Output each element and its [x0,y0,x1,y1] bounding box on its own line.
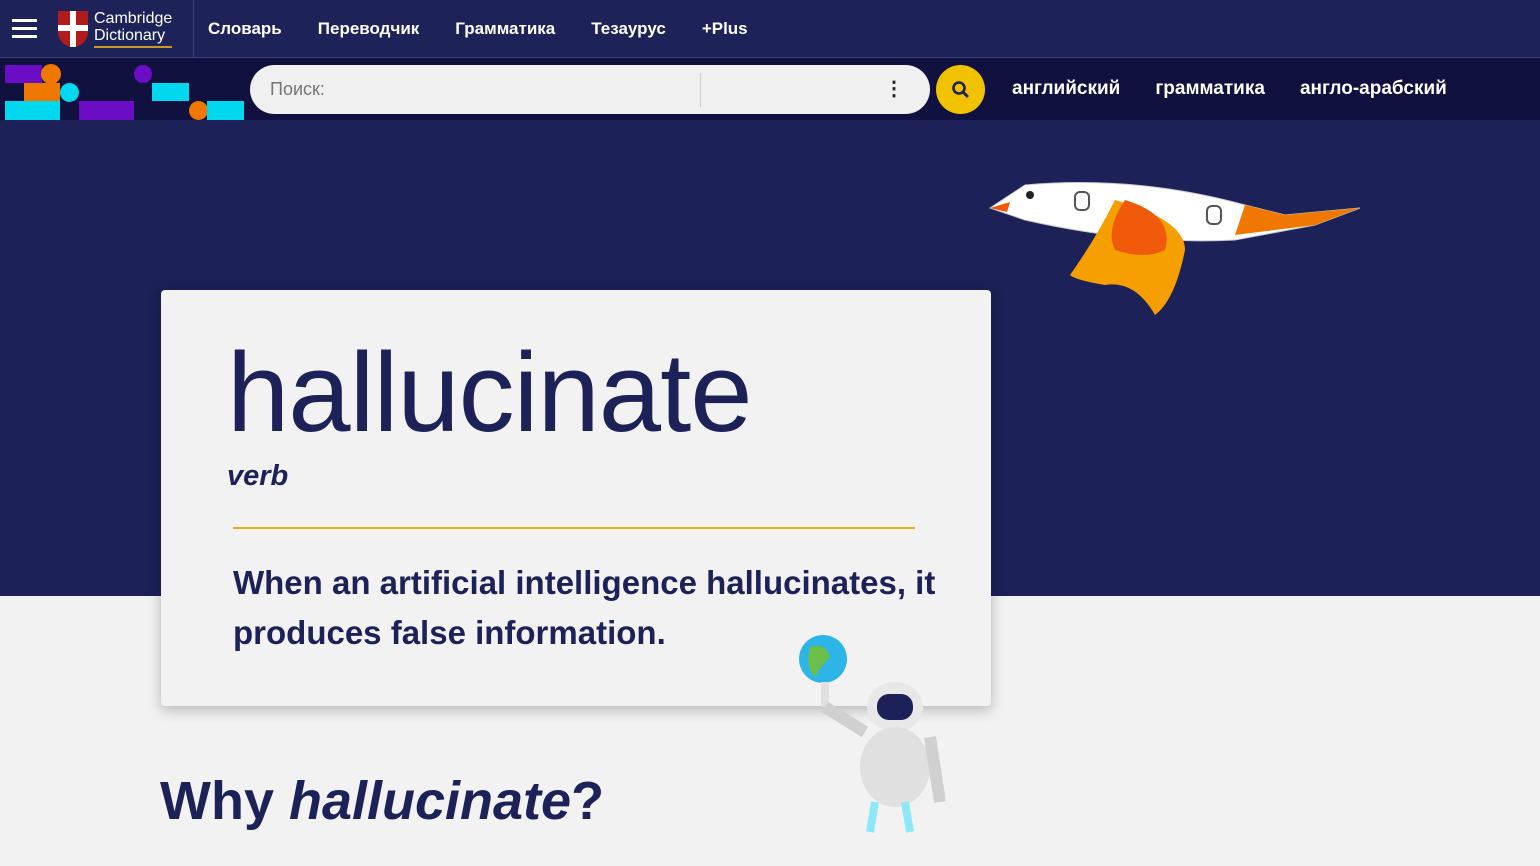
divider [233,527,915,529]
link-english[interactable]: английский [1012,78,1120,100]
bird-plane-illustration [988,182,1361,315]
nav-translator[interactable]: Переводчик [318,19,420,39]
nav-dictionary[interactable]: Словарь [208,19,282,39]
link-english-arabic[interactable]: англо-арабский [1300,78,1447,100]
main-nav: Словарь Переводчик Грамматика Тезаурус +… [208,19,748,39]
nav-plus[interactable]: +Plus [702,19,748,39]
menu-icon[interactable] [0,0,48,58]
more-options-icon[interactable]: ⋮ [884,79,904,99]
robot-illustration [799,635,946,833]
divider [700,72,701,107]
search-box: ⋮ [250,65,930,114]
part-of-speech: verb [227,460,289,492]
nav-grammar[interactable]: Грамматика [455,19,555,39]
logo-text: Cambridge Dictionary [94,10,173,48]
crest-icon [58,10,88,47]
search-icon [951,80,969,98]
top-bar: Cambridge Dictionary Словарь Переводчик Г… [0,0,1540,58]
cambridge-logo[interactable]: Cambridge Dictionary [58,0,194,58]
why-heading: Why hallucinate? [160,771,605,831]
search-button[interactable] [936,65,985,114]
headword: hallucinate [227,330,752,455]
quick-links: английский грамматика англо-арабский [1012,78,1447,100]
search-input[interactable] [250,79,700,100]
nav-thesaurus[interactable]: Тезаурус [591,19,666,39]
link-grammar[interactable]: грамматика [1155,78,1265,100]
